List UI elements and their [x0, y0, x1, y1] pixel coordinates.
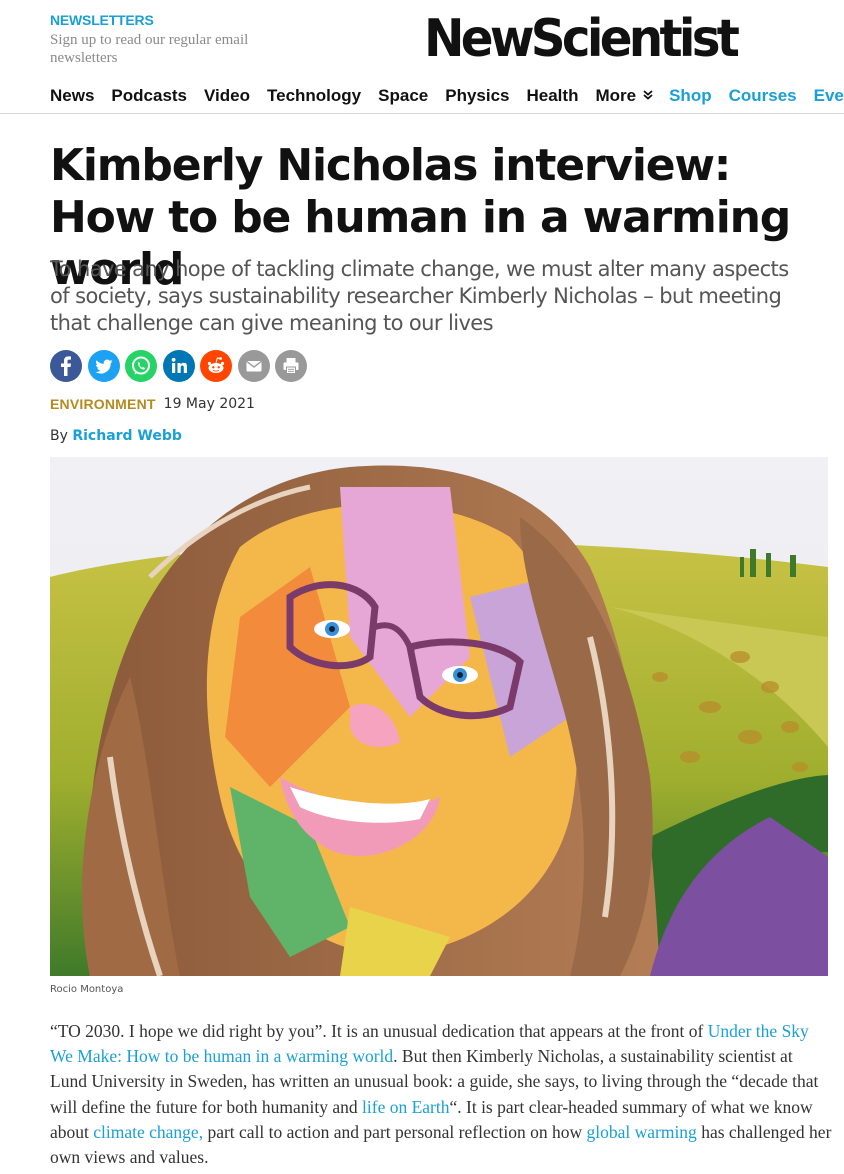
nav-item-news[interactable]: News [50, 86, 94, 106]
nav-item-more[interactable]: More [595, 86, 636, 106]
nav-item-technology[interactable]: Technology [267, 86, 361, 106]
byline-prefix: By [50, 428, 68, 444]
email-icon[interactable] [237, 350, 270, 382]
share-bar [50, 350, 313, 382]
section-tag[interactable]: ENVIRONMENT [50, 396, 156, 412]
article-standfirst: To have any hope of tackling climate cha… [50, 257, 789, 335]
article-body: “TO 2030. I hope we did right by you”. I… [50, 1019, 832, 1170]
whatsapp-icon[interactable] [125, 350, 157, 382]
article-meta: ENVIRONMENT 19 May 2021 [50, 396, 255, 412]
nav-item-shop[interactable]: Shop [669, 86, 712, 106]
body-text-segment: “TO 2030. I hope we did right by you”. I… [50, 1021, 708, 1041]
nav-item-video[interactable]: Video [204, 86, 250, 106]
linkedin-icon[interactable] [162, 350, 195, 382]
nav-item-space[interactable]: Space [378, 86, 428, 106]
site-logo[interactable]: NewScientist [424, 8, 740, 70]
publish-date: 19 May 2021 [163, 396, 255, 412]
facebook-icon[interactable] [50, 350, 82, 382]
global-warming-link[interactable]: global warming [586, 1122, 696, 1142]
hero-image [50, 457, 828, 976]
nav-item-health[interactable]: Health [527, 86, 579, 106]
reddit-icon[interactable] [200, 350, 232, 382]
site-header: NEWSLETTERS Sign up to read our regular … [0, 0, 844, 114]
image-caption: Rocio Montoya [50, 984, 124, 995]
life-on-earth-link[interactable]: life on Earth [362, 1097, 449, 1117]
body-text-segment: part call to action and part personal re… [203, 1121, 587, 1142]
double-chevron-down-icon[interactable] [643, 89, 653, 103]
main-nav: News Podcasts Video Technology Space Phy… [50, 85, 844, 107]
nav-item-physics[interactable]: Physics [445, 86, 509, 106]
climate-change-link[interactable]: climate change, [93, 1122, 203, 1142]
print-icon[interactable] [275, 350, 307, 382]
newsletters-label[interactable]: NEWSLETTERS [50, 12, 154, 28]
nav-item-podcasts[interactable]: Podcasts [111, 86, 187, 106]
byline: By Richard Webb [50, 428, 182, 444]
newsletters-subtext[interactable]: Sign up to read our regular email newsle… [50, 31, 310, 67]
nav-item-courses[interactable]: Courses [729, 86, 797, 106]
nav-item-events[interactable]: Events [814, 86, 844, 106]
author-link[interactable]: Richard Webb [72, 428, 182, 444]
twitter-icon[interactable] [87, 350, 120, 382]
